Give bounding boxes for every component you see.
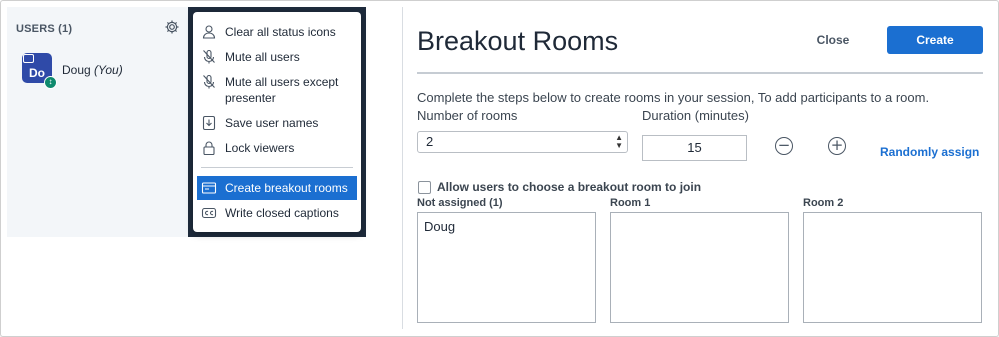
lock-icon bbox=[201, 140, 217, 156]
room-drop-area-room-1[interactable] bbox=[610, 212, 789, 323]
rooms-select-value: 2 bbox=[426, 134, 434, 149]
user-you-label: (You) bbox=[94, 63, 123, 77]
menu-item-mute-except-presenter[interactable]: Mute all users except presenter bbox=[197, 74, 357, 106]
panel-divider bbox=[402, 7, 403, 329]
download-icon bbox=[201, 115, 217, 131]
breakout-icon bbox=[201, 180, 217, 196]
randomly-assign-button[interactable]: Randomly assign bbox=[880, 145, 979, 159]
users-panel: USERS (1) Do ↕ Doug (You) bbox=[7, 7, 189, 237]
mic-off-icon bbox=[201, 49, 217, 65]
rooms-select[interactable]: 2 ▲ ▼ bbox=[417, 131, 628, 153]
cc-icon bbox=[201, 205, 217, 221]
users-title: USERS (1) bbox=[16, 23, 73, 35]
room-drop-area-not-assigned[interactable]: Doug bbox=[417, 212, 596, 323]
menu-divider bbox=[201, 167, 353, 168]
chat-icon bbox=[23, 54, 34, 63]
menu-item-mute-all[interactable]: Mute all users bbox=[197, 49, 357, 65]
menu-item-lock-viewers[interactable]: Lock viewers bbox=[197, 140, 357, 156]
audio-badge-icon: ↕ bbox=[44, 76, 57, 89]
user-options-menu: Clear all status icons Mute all users Mu… bbox=[193, 12, 361, 232]
person-icon bbox=[201, 24, 217, 40]
header-divider bbox=[417, 72, 983, 74]
menu-item-label: Lock viewers bbox=[225, 141, 295, 155]
allow-choose-label: Allow users to choose a breakout room to… bbox=[437, 180, 702, 194]
plus-icon: + bbox=[830, 136, 844, 154]
dialog-title: Breakout Rooms bbox=[417, 26, 619, 56]
user-name-text: Doug bbox=[62, 63, 91, 77]
instructions-text: Complete the steps below to create rooms… bbox=[417, 90, 930, 105]
menu-item-closed-captions[interactable]: Write closed captions bbox=[197, 205, 357, 221]
menu-item-label: Mute all users except presenter bbox=[225, 75, 339, 105]
duration-input[interactable]: 15 bbox=[642, 135, 747, 161]
room-user-item[interactable]: Doug bbox=[424, 219, 455, 234]
gear-icon[interactable] bbox=[164, 19, 180, 35]
chevron-updown-icon: ▲ ▼ bbox=[615, 133, 623, 150]
mic-off-icon bbox=[201, 74, 217, 90]
increase-duration-button[interactable]: + bbox=[828, 137, 846, 155]
menu-item-label: Clear all status icons bbox=[225, 25, 336, 39]
user-name[interactable]: Doug (You) bbox=[62, 63, 123, 77]
menu-item-save-names[interactable]: Save user names bbox=[197, 115, 357, 131]
room-column-label: Room 1 bbox=[610, 197, 651, 209]
room-drop-area-room-2[interactable] bbox=[803, 212, 982, 323]
rooms-label: Number of rooms bbox=[417, 108, 518, 123]
menu-item-label: Mute all users bbox=[225, 50, 300, 64]
menu-item-label: Create breakout rooms bbox=[225, 181, 348, 195]
room-column-label: Room 2 bbox=[803, 197, 844, 209]
menu-item-clear-status[interactable]: Clear all status icons bbox=[197, 24, 357, 40]
menu-item-label: Save user names bbox=[225, 116, 319, 130]
menu-item-create-breakout[interactable]: Create breakout rooms bbox=[197, 176, 357, 200]
room-column-label: Not assigned (1) bbox=[417, 197, 503, 209]
create-button[interactable]: Create bbox=[887, 26, 983, 54]
decrease-duration-button[interactable]: − bbox=[775, 137, 793, 155]
menu-item-label: Write closed captions bbox=[225, 206, 339, 220]
close-button[interactable]: Close bbox=[803, 26, 863, 54]
duration-label: Duration (minutes) bbox=[642, 108, 749, 123]
minus-icon: − bbox=[777, 136, 791, 154]
allow-choose-checkbox[interactable] bbox=[418, 181, 431, 194]
